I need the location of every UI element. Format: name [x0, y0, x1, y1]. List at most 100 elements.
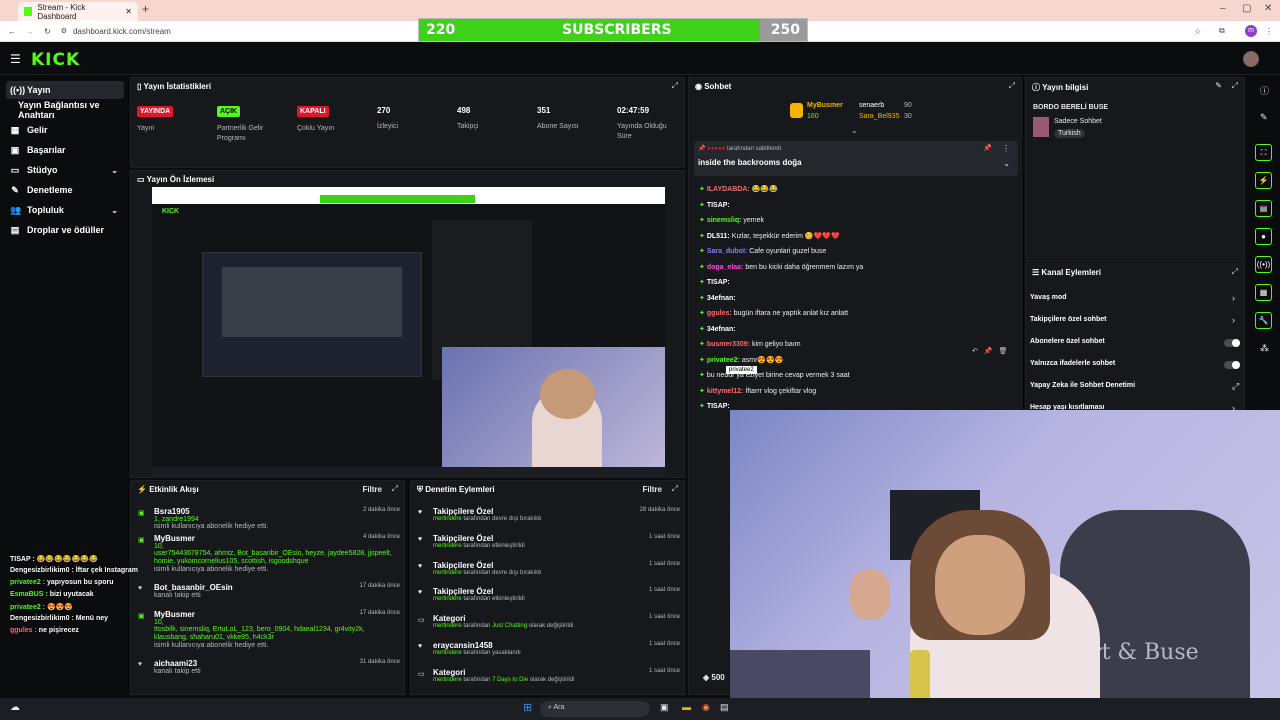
chat-username[interactable]: privatee2: — [707, 357, 740, 364]
layout-button[interactable]: ▦ — [1255, 284, 1272, 301]
file-explorer-icon[interactable]: ▬ — [682, 702, 691, 712]
moderation-item[interactable]: ♥ Takipçilere Özel mertindere tarafından d… — [418, 507, 680, 522]
edit-icon[interactable]: ✎ — [1215, 81, 1222, 90]
chat-username[interactable]: ILAYDABDA: — [707, 186, 750, 193]
bookmark-star-icon[interactable]: ☆ — [1194, 27, 1201, 36]
browser-menu-icon[interactable]: ⋮ — [1265, 27, 1273, 36]
chat-username[interactable]: ggules: — [707, 310, 732, 317]
moderation-item[interactable]: ♥ Takipçilere Özel mertindere tarafından e… — [418, 587, 680, 602]
sidebar-item-yayin[interactable]: ((•)) Yayın — [6, 81, 124, 99]
chat-message[interactable]: ✦ ggules: bugün iftara ne yaptık anlat k… — [699, 309, 848, 317]
mod-user[interactable]: mertindere — [433, 516, 462, 522]
filter-button[interactable]: Filtre — [362, 485, 382, 494]
mod-user[interactable]: mertindere — [433, 677, 462, 683]
expand-icon[interactable]: ⤢ — [1232, 267, 1238, 277]
chat-username[interactable]: Sara_dubol: — [707, 248, 747, 255]
chat-message[interactable]: ✦ kittymel12: İftarrr vlog çekiftar vlog — [699, 387, 816, 395]
chat-message[interactable]: ✦ TISAP: — [699, 278, 730, 286]
info-icon[interactable]: ⓘ — [1260, 84, 1269, 97]
forward-icon[interactable]: → — [26, 27, 34, 36]
reply-icon[interactable]: ↶ — [972, 347, 978, 359]
edit-icon[interactable]: ✎ — [1260, 112, 1268, 123]
channel-action-item[interactable]: Takipçilere özel sohbet — [1030, 316, 1107, 323]
new-tab-icon[interactable]: + — [142, 2, 149, 16]
back-icon[interactable]: ← — [8, 27, 16, 36]
channel-action-item[interactable]: Yalnızca ifadelerle sohbet — [1030, 360, 1115, 367]
url-text[interactable]: dashboard.kick.com/stream — [73, 27, 171, 36]
chat-message[interactable]: ✦ ILAYDABDA: 😂😂😂 — [699, 185, 778, 193]
broadcast-button[interactable]: ((•)) — [1255, 256, 1272, 273]
toggle-switch[interactable] — [1224, 339, 1240, 347]
lightning-button[interactable]: ⚡ — [1255, 172, 1272, 189]
sidebar-item-stream-key[interactable]: Yayın Bağlantısı ve Anahtarı — [6, 100, 124, 120]
chat-username[interactable]: TISAP: — [707, 279, 730, 286]
more-options-icon[interactable]: ⋮ — [1002, 144, 1010, 153]
hamburger-menu-icon[interactable]: ☰ — [10, 52, 21, 66]
moderation-item[interactable]: ♥ eraycansin1458 mertindere tarafından yas… — [418, 641, 680, 656]
filter-button[interactable]: Filtre — [642, 485, 662, 494]
close-window-icon[interactable]: ✕ — [1264, 3, 1272, 14]
sidebar-item-denetleme[interactable]: ✎ Denetleme — [6, 181, 124, 199]
chat-bubble-button[interactable]: ● — [1255, 228, 1272, 245]
maximize-icon[interactable]: ▢ — [1242, 3, 1251, 14]
kick-logo[interactable]: KICK — [31, 50, 80, 70]
external-icon[interactable]: ⤢ — [1232, 381, 1239, 392]
close-tab-icon[interactable]: ✕ — [125, 7, 132, 16]
event-item[interactable]: ▣ Bsra1905 1, zandre1994 isimli kullanıcıya… — [138, 507, 400, 530]
mod-user[interactable]: mertindere — [433, 543, 462, 549]
taskbar-search[interactable]: ⌕ Ara — [540, 701, 650, 717]
chat-message[interactable]: ✦ doga_elaa: ben bu kicki daha öğrenmem … — [699, 263, 863, 271]
chevron-right-icon[interactable]: › — [1232, 293, 1235, 303]
sidebar-item-basarilar[interactable]: ▣ Başarılar — [6, 141, 124, 159]
profile-avatar[interactable]: m — [1245, 25, 1257, 37]
chat-username[interactable]: 34efnan: — [707, 326, 736, 333]
event-item[interactable]: ▣ MyBusmer 10, ttosbilk, sinemsliq, ErtuLoL… — [138, 610, 400, 649]
expand-icon[interactable]: ⤢ — [672, 81, 678, 91]
chrome-icon[interactable]: ◉ — [702, 702, 710, 713]
event-item[interactable]: ▣ MyBusmer 10, user75443678754, ahmtz, Bot_… — [138, 534, 400, 573]
moderation-item[interactable]: ♥ Takipçilere Özel mertindere tarafından e… — [418, 534, 680, 549]
chat-message[interactable]: ✦ Sara_dubol: Cafe oyunlari guzel buse — [699, 247, 826, 255]
pin-icon[interactable]: 📌 — [983, 144, 992, 152]
sidebar-item-droplar[interactable]: ▤ Droplar ve ödüller — [6, 221, 124, 239]
chat-message[interactable]: ✦ 34efnan: — [699, 325, 736, 333]
toggle-switch[interactable] — [1224, 361, 1240, 369]
chat-message[interactable]: ✦ TISAP: — [699, 402, 730, 410]
expand-icon[interactable]: ⤢ — [672, 484, 678, 494]
moderation-item[interactable]: ▭ Kategori mertindere tarafından Just Chat… — [418, 614, 680, 629]
app-icon[interactable]: ▤ — [720, 702, 729, 713]
start-icon[interactable]: ⊞ — [523, 701, 532, 714]
nodes-icon[interactable]: ⁂ — [1260, 343, 1269, 354]
chevron-down-icon[interactable]: ⌄ — [1003, 159, 1010, 168]
sidebar-item-gelir[interactable]: ▦ Gelir — [6, 121, 124, 139]
stream-preview[interactable]: KICK — [152, 187, 665, 477]
moderation-item[interactable]: ♥ Takipçilere Özel mertindere tarafından d… — [418, 561, 680, 576]
browser-tab[interactable]: Stream - Kick Dashboard ✕ — [18, 2, 138, 21]
chevron-right-icon[interactable]: › — [1232, 315, 1235, 325]
mod-user[interactable]: mertindere — [433, 570, 462, 576]
mod-user[interactable]: mertindere — [433, 623, 462, 629]
channel-action-item[interactable]: Abonelere özel sohbet — [1030, 338, 1105, 345]
extensions-icon[interactable]: ⧉ — [1219, 26, 1225, 36]
chat-message[interactable]: ✦ 34efnan: — [699, 294, 736, 302]
event-item[interactable]: ♥ Bot_basanbir_OEsin kanalı takip etti 17 d… — [138, 583, 400, 599]
widgets-icon[interactable]: ☁ — [10, 702, 20, 713]
pin-icon[interactable]: 📌 — [984, 347, 993, 359]
chat-username[interactable]: sinemsliq: — [707, 217, 742, 224]
chat-message[interactable]: ✦ bu nedur ya eziyet birine cevap vermek… — [699, 371, 850, 379]
chevron-down-icon[interactable]: ⌄ — [851, 126, 858, 135]
event-item[interactable]: ♥ aichaami23 kanalı takip etti 31 dakika ön… — [138, 659, 400, 675]
channel-action-item[interactable]: Yapay Zeka ile Sohbet Denetimi — [1030, 382, 1135, 389]
chat-message[interactable]: ✦ busmer3309: kim geliyo baım — [699, 340, 801, 348]
chat-message[interactable]: ✦ privatee2: asmr😍😍😍 — [699, 356, 784, 364]
sidebar-item-topluluk[interactable]: 👥 Topluluk ⌄ — [6, 201, 124, 219]
channel-action-item[interactable]: Yavaş mod — [1030, 294, 1067, 301]
expand-icon[interactable]: ⤢ — [392, 484, 398, 494]
moderation-item[interactable]: ▭ Kategori mertindere tarafından 7 Days to… — [418, 668, 680, 683]
sidebar-item-studyo[interactable]: ▭ Stüdyo ⌄ — [6, 161, 124, 179]
clipboard-button[interactable]: ▤ — [1255, 200, 1272, 217]
chat-username[interactable]: 34efnan: — [707, 295, 736, 302]
user-avatar[interactable] — [1243, 51, 1259, 67]
minimize-icon[interactable]: – — [1220, 3, 1226, 14]
chat-username[interactable]: kittymel12: — [707, 388, 744, 395]
